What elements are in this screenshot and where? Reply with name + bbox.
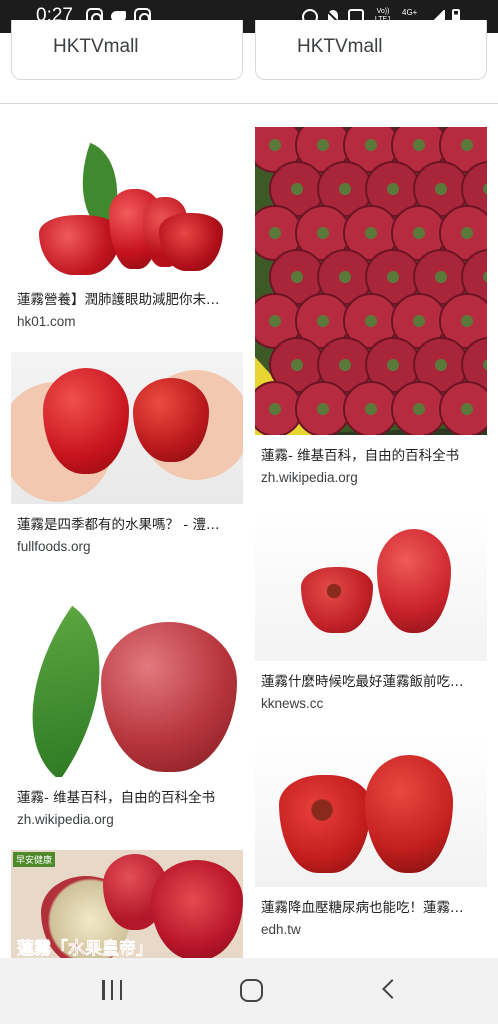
result-source: kknews.cc — [261, 696, 324, 711]
shopping-card[interactable]: HKTVmall — [11, 20, 243, 80]
fruit-blossom-end — [291, 271, 303, 283]
result-title: 蓮霧- 维基百科，自由的百科全书 — [261, 448, 460, 464]
fruit-blossom-end — [387, 359, 399, 371]
back-icon[interactable] — [382, 979, 402, 999]
fruit-blossom-end — [269, 403, 281, 415]
fruit-blossom-end — [435, 359, 447, 371]
fruit-blossom-end — [461, 139, 473, 151]
fruit-blossom-end — [413, 315, 425, 327]
fruit-blossom-end — [435, 183, 447, 195]
fruit-blossom-end — [387, 183, 399, 195]
fruit-blossom-end — [413, 403, 425, 415]
fruit-blossom-end — [269, 315, 281, 327]
result-title: 蓮霧- 维基百科，自由的百科全书 — [17, 790, 216, 806]
fruit-blossom-end — [413, 139, 425, 151]
fruit-shape — [159, 213, 223, 271]
result-thumbnail[interactable] — [11, 578, 243, 777]
fruit-blossom-end — [317, 315, 329, 327]
image-result[interactable]: 蓮霧降血壓糖尿病也能吃！蓮霧… edh.tw — [255, 735, 487, 937]
fruit-blossom-end — [317, 403, 329, 415]
volte-top-label: Vo)) — [376, 8, 390, 15]
result-source: edh.tw — [261, 922, 301, 937]
fruit-blossom-end — [339, 359, 351, 371]
fruit-blossom-end — [435, 271, 447, 283]
result-title: 蓮霧降血壓糖尿病也能吃！蓮霧… — [261, 900, 464, 916]
fruit-shape — [151, 860, 243, 958]
image-result[interactable]: 蓮霧- 维基百科，自由的百科全书 zh.wikipedia.org — [255, 127, 487, 485]
fruit-shape — [319, 579, 349, 603]
home-icon[interactable] — [240, 979, 263, 1002]
network-label: 4G+ — [402, 8, 418, 17]
shopping-card[interactable]: HKTVmall — [255, 20, 487, 80]
result-title: 蓮霧營養】潤肺護眼助減肥你未… — [17, 292, 220, 308]
result-thumbnail[interactable]: 早安健康 蓮霧「水果皇帝」 — [11, 850, 243, 958]
fruit-blossom-end — [339, 183, 351, 195]
fruit-blossom-end — [365, 315, 377, 327]
fruit-shape — [299, 793, 345, 827]
shopping-card-label: HKTVmall — [297, 36, 383, 57]
image-result[interactable]: 蓮霧- 维基百科，自由的百科全书 zh.wikipedia.org — [11, 578, 243, 827]
recents-icon[interactable] — [102, 980, 122, 1000]
result-source: zh.wikipedia.org — [261, 470, 358, 485]
fruit-blossom-end — [339, 271, 351, 283]
image-result[interactable]: 蓮霧營養】潤肺護眼助減肥你未… hk01.com — [11, 127, 243, 329]
image-result[interactable]: 蓮霧是四季都有的水果嗎？ - 澧… fullfoods.org — [11, 352, 243, 554]
result-thumbnail[interactable] — [255, 127, 487, 435]
result-thumbnail[interactable] — [255, 735, 487, 887]
shopping-card-label: HKTVmall — [53, 36, 139, 57]
fruit-blossom-end — [461, 315, 473, 327]
result-thumbnail[interactable] — [11, 127, 243, 279]
fruit-crate-graphic — [255, 127, 487, 435]
result-thumbnail[interactable] — [255, 509, 487, 661]
result-thumbnail[interactable] — [11, 352, 243, 504]
fruit-blossom-end — [291, 183, 303, 195]
fruit-shape — [377, 529, 451, 633]
fruit-blossom-end — [291, 359, 303, 371]
result-source: hk01.com — [17, 314, 76, 329]
image-banner-text: 蓮霧「水果皇帝」 — [17, 939, 154, 958]
fruit-blossom-end — [365, 403, 377, 415]
section-divider — [0, 103, 498, 104]
result-source: fullfoods.org — [17, 539, 91, 554]
image-result[interactable]: 早安健康 蓮霧「水果皇帝」 — [11, 850, 243, 958]
source-badge: 早安健康 — [13, 852, 56, 867]
fruit-blossom-end — [317, 139, 329, 151]
navigation-bar — [0, 958, 498, 1024]
fruit-blossom-end — [269, 139, 281, 151]
result-title: 蓮霧是四季都有的水果嗎？ - 澧… — [17, 517, 220, 533]
fruit-blossom-end — [387, 271, 399, 283]
fruit-blossom-end — [413, 227, 425, 239]
fruit-blossom-end — [317, 227, 329, 239]
result-title: 蓮霧什麼時候吃最好蓮霧飯前吃… — [261, 674, 464, 690]
fruit-blossom-end — [365, 227, 377, 239]
image-result[interactable]: 蓮霧什麼時候吃最好蓮霧飯前吃… kknews.cc — [255, 509, 487, 711]
fruit-shape — [43, 368, 129, 474]
fruit-blossom-end — [365, 139, 377, 151]
fruit-blossom-end — [269, 227, 281, 239]
fruit-shape — [101, 622, 237, 772]
fruit-blossom-end — [461, 403, 473, 415]
fruit-blossom-end — [461, 227, 473, 239]
result-source: zh.wikipedia.org — [17, 812, 114, 827]
fruit-shape — [365, 755, 453, 873]
